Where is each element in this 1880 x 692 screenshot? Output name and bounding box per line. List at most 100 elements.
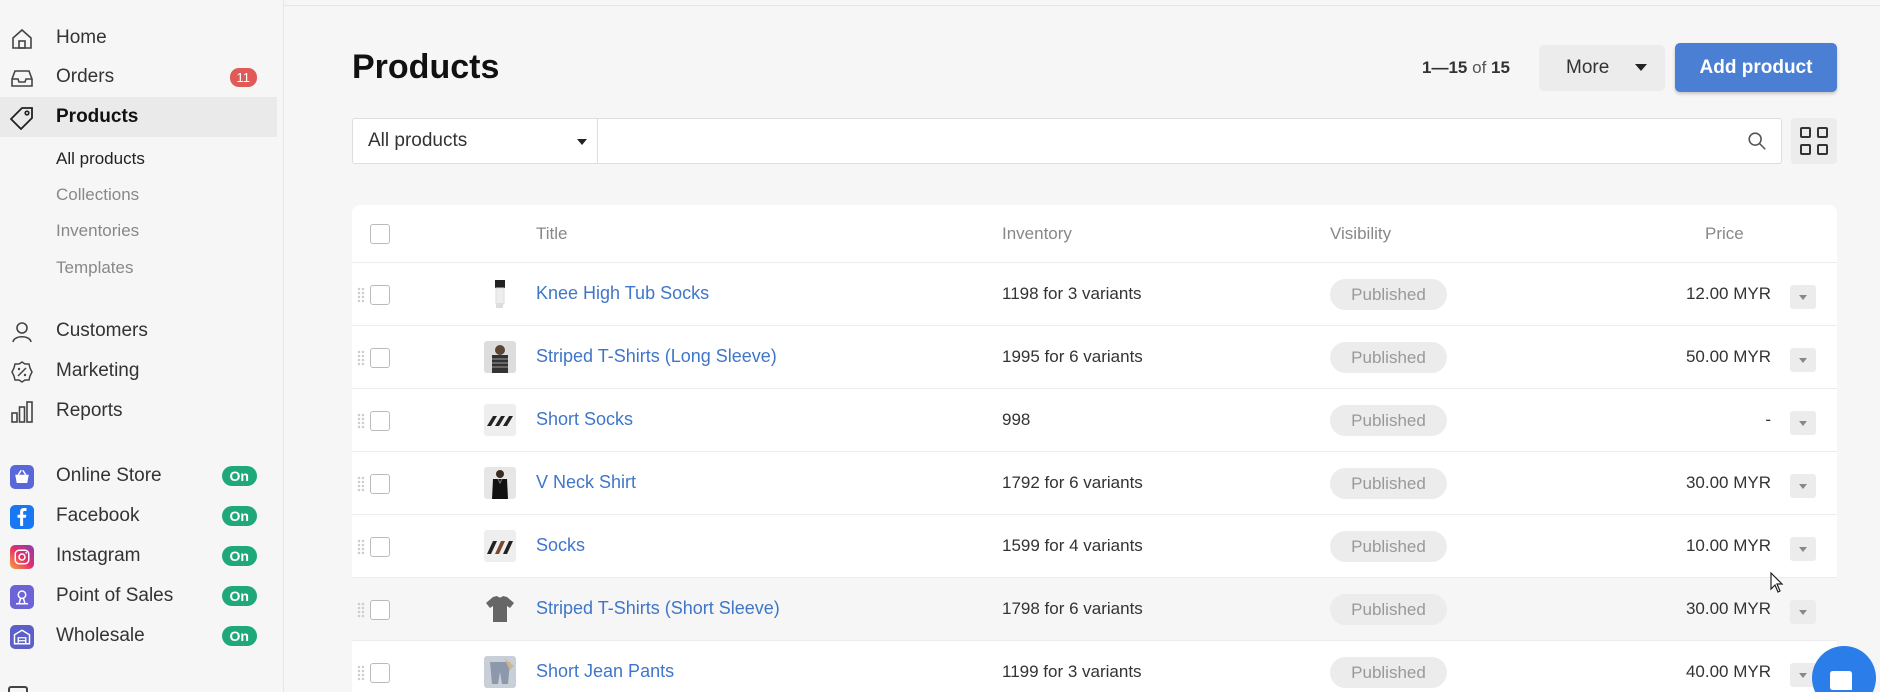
status-badge: On xyxy=(221,466,257,486)
product-title-link[interactable]: Striped T-Shirts (Short Sleeve) xyxy=(536,598,780,619)
product-title-link[interactable]: Knee High Tub Socks xyxy=(536,283,709,304)
row-actions-dropdown[interactable] xyxy=(1790,285,1816,309)
app-window: Home Orders 11 Products All products Col… xyxy=(0,0,1880,692)
sidebar-item-orders[interactable]: Orders 11 xyxy=(0,57,277,97)
product-price: - xyxy=(1765,410,1771,429)
drag-handle-icon[interactable] xyxy=(357,350,365,366)
visibility-badge: Published xyxy=(1330,657,1447,688)
product-inventory: 1199 for 3 variants xyxy=(1002,662,1142,681)
sidebar-channel-point-of-sales[interactable]: Point of Sales On xyxy=(0,576,277,616)
product-inventory: 998 xyxy=(1002,410,1031,429)
sidebar-item-label: Instagram xyxy=(56,545,141,566)
row-actions-dropdown[interactable] xyxy=(1790,600,1816,624)
home-icon xyxy=(12,28,32,49)
column-header-price[interactable]: Price xyxy=(1705,224,1744,244)
sidebar-item-reports[interactable]: Reports xyxy=(0,391,277,431)
row-checkbox[interactable] xyxy=(370,663,390,683)
row-checkbox[interactable] xyxy=(370,348,390,368)
drag-handle-icon[interactable] xyxy=(357,476,365,492)
sidebar-channel-facebook[interactable]: Facebook On xyxy=(0,496,277,536)
product-price: 10.00 MYR xyxy=(1685,536,1771,555)
chat-icon xyxy=(1830,671,1852,690)
facebook-icon xyxy=(10,505,34,529)
drag-handle-icon[interactable] xyxy=(357,602,365,618)
product-title-link[interactable]: Short Jean Pants xyxy=(536,661,674,682)
add-product-button[interactable]: Add product xyxy=(1675,43,1837,92)
discount-badge-icon xyxy=(11,361,33,383)
header-divider xyxy=(284,5,1880,6)
grid-view-toggle[interactable] xyxy=(1791,118,1837,164)
sidebar-item-label: Wholesale xyxy=(56,625,145,646)
sidebar-channel-wholesale[interactable]: Wholesale On xyxy=(0,616,277,656)
column-header-inventory[interactable]: Inventory xyxy=(1002,224,1072,244)
product-price: 30.00 MYR xyxy=(1685,473,1771,492)
row-actions-dropdown[interactable] xyxy=(1790,537,1816,561)
sidebar-subitem-all-products[interactable]: All products xyxy=(56,149,145,169)
sidebar-item-marketing[interactable]: Marketing xyxy=(0,351,277,391)
instagram-icon xyxy=(10,545,34,569)
warehouse-icon xyxy=(10,625,34,649)
row-checkbox[interactable] xyxy=(370,474,390,494)
table-row[interactable]: Knee High Tub Socks 1198 for 3 variants … xyxy=(352,263,1837,326)
table-row[interactable]: Short Socks 998 Published - xyxy=(352,389,1837,452)
product-thumbnail xyxy=(495,280,505,308)
product-thumbnail xyxy=(484,404,516,436)
product-inventory: 1792 for 6 variants xyxy=(1002,473,1143,492)
drag-handle-icon[interactable] xyxy=(357,539,365,555)
sidebar-item-label: Facebook xyxy=(56,505,140,526)
sidebar-channel-instagram[interactable]: Instagram On xyxy=(0,536,277,576)
drag-handle-icon[interactable] xyxy=(357,287,365,303)
table-row[interactable]: Striped T-Shirts (Long Sleeve) 1995 for … xyxy=(352,326,1837,389)
sidebar-subitem-inventories[interactable]: Inventories xyxy=(56,221,139,241)
visibility-badge: Published xyxy=(1330,594,1447,625)
table-row[interactable]: Striped T-Shirts (Short Sleeve) 1798 for… xyxy=(352,578,1837,641)
status-badge: On xyxy=(221,546,257,566)
product-thumbnail xyxy=(484,467,516,499)
search-icon[interactable] xyxy=(1746,130,1768,152)
sidebar-subitem-collections[interactable]: Collections xyxy=(56,185,139,205)
search-input[interactable] xyxy=(598,118,1782,164)
row-checkbox[interactable] xyxy=(370,411,390,431)
inbox-icon xyxy=(11,70,33,87)
pager-total: 15 xyxy=(1491,58,1510,77)
table-row[interactable]: Short Jean Pants 1199 for 3 variants Pub… xyxy=(352,641,1837,692)
sidebar-item-label: Marketing xyxy=(56,360,140,381)
drag-handle-icon[interactable] xyxy=(357,413,365,429)
product-inventory: 1198 for 3 variants xyxy=(1002,284,1142,303)
caret-down-icon xyxy=(577,139,587,145)
product-title-link[interactable]: Socks xyxy=(536,535,585,556)
table-row[interactable]: V Neck Shirt 1792 for 6 variants Publish… xyxy=(352,452,1837,515)
sidebar-item-customers[interactable]: Customers xyxy=(0,311,277,351)
more-button[interactable]: More xyxy=(1539,45,1665,91)
product-title-link[interactable]: V Neck Shirt xyxy=(536,472,636,493)
row-checkbox[interactable] xyxy=(370,600,390,620)
sidebar-item-label: Online Store xyxy=(56,465,162,486)
sidebar-item-products[interactable]: Products xyxy=(0,97,277,137)
row-checkbox[interactable] xyxy=(370,285,390,305)
drag-handle-icon[interactable] xyxy=(357,665,365,681)
column-header-title[interactable]: Title xyxy=(536,224,568,244)
sidebar-subitem-templates[interactable]: Templates xyxy=(56,258,133,278)
table-row[interactable]: Socks 1599 for 4 variants Published 10.0… xyxy=(352,515,1837,578)
sidebar-item-home[interactable]: Home xyxy=(0,18,277,58)
product-thumbnail xyxy=(486,596,514,622)
row-checkbox[interactable] xyxy=(370,537,390,557)
sidebar-channel-online-store[interactable]: Online Store On xyxy=(0,456,277,496)
product-title-link[interactable]: Short Socks xyxy=(536,409,633,430)
tag-icon xyxy=(10,107,33,130)
row-actions-dropdown[interactable] xyxy=(1790,348,1816,372)
product-title-link[interactable]: Striped T-Shirts (Long Sleeve) xyxy=(536,346,777,367)
sidebar-item-label: Orders xyxy=(56,66,115,87)
visibility-badge: Published xyxy=(1330,405,1447,436)
column-header-visibility[interactable]: Visibility xyxy=(1330,224,1391,244)
visibility-badge: Published xyxy=(1330,342,1447,373)
select-all-checkbox[interactable] xyxy=(370,224,390,244)
product-inventory: 1798 for 6 variants xyxy=(1002,599,1143,618)
row-actions-dropdown[interactable] xyxy=(1790,411,1816,435)
status-badge: On xyxy=(221,586,257,606)
row-actions-dropdown[interactable] xyxy=(1790,474,1816,498)
sidebar-item-label: Products xyxy=(56,106,139,127)
sidebar: Home Orders 11 Products All products Col… xyxy=(0,0,284,692)
product-filter-select[interactable]: All products xyxy=(352,118,598,164)
sidebar-item-label: Reports xyxy=(56,400,123,421)
